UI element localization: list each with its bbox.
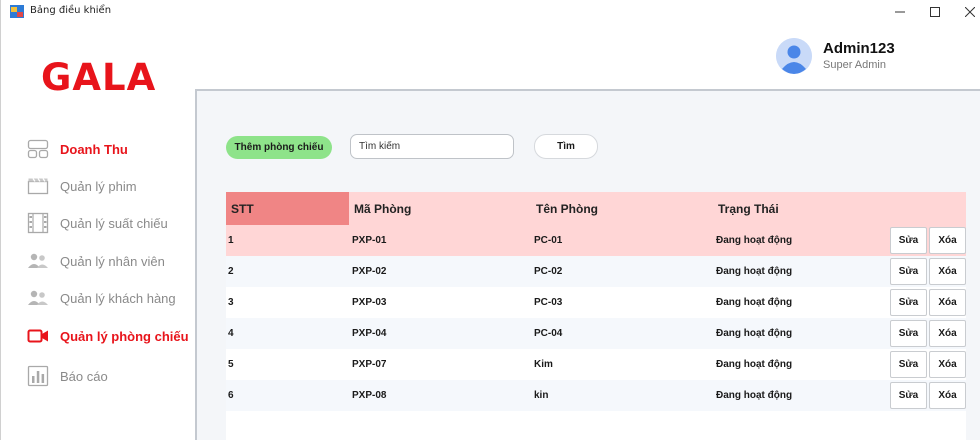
sidebar-item-reports[interactable]: Báo cáo xyxy=(27,363,108,389)
search-button[interactable]: Tìm xyxy=(534,134,598,159)
cell-room-code: PXP-03 xyxy=(352,297,387,308)
cell-room-code: PXP-04 xyxy=(352,328,387,339)
sidebar-item-revenue[interactable]: Doanh Thu xyxy=(27,136,128,162)
user-avatar-icon xyxy=(776,38,812,74)
sidebar-item-label: Quản lý suất chiếu xyxy=(60,215,168,231)
cell-stt: 6 xyxy=(228,390,234,401)
cell-status: Đang hoạt động xyxy=(716,266,793,277)
video-camera-icon xyxy=(27,325,49,347)
app-logo: GALA xyxy=(41,56,157,99)
cell-room-name: PC-03 xyxy=(534,297,563,308)
cell-status: Đang hoạt động xyxy=(716,390,793,401)
close-icon xyxy=(965,7,975,17)
column-header-stt: STT xyxy=(226,192,349,225)
sidebar-item-screening-rooms[interactable]: Quản lý phòng chiếu xyxy=(27,323,189,349)
sidebar-item-label: Quản lý nhân viên xyxy=(60,253,165,269)
user-role: Super Admin xyxy=(823,59,886,71)
cell-room-name: PC-04 xyxy=(534,328,563,339)
revenue-dashboard-icon xyxy=(27,138,49,160)
search-input[interactable] xyxy=(350,134,514,159)
add-screening-room-button[interactable]: Thêm phòng chiếu xyxy=(226,136,332,159)
edit-button[interactable]: Sửa xyxy=(890,351,927,378)
delete-button[interactable]: Xóa xyxy=(929,382,966,409)
sidebar-item-staff[interactable]: Quản lý nhân viên xyxy=(27,248,165,274)
clapperboard-icon xyxy=(27,175,49,197)
window-title: Bảng điều khiển xyxy=(30,5,112,16)
main-content: Thêm phòng chiếu Tìm STT Mã Phòng Tên Ph… xyxy=(195,89,980,442)
maximize-button[interactable] xyxy=(916,0,954,24)
cell-room-name: PC-01 xyxy=(534,235,563,246)
cell-room-code: PXP-08 xyxy=(352,390,387,401)
delete-button[interactable]: Xóa xyxy=(929,351,966,378)
edit-button[interactable]: Sửa xyxy=(890,320,927,347)
sidebar-item-label: Doanh Thu xyxy=(60,141,128,157)
delete-button[interactable]: Xóa xyxy=(929,320,966,347)
sidebar-item-customers[interactable]: Quản lý khách hàng xyxy=(27,285,176,311)
minimize-button[interactable] xyxy=(881,0,919,24)
cell-stt: 2 xyxy=(228,266,234,277)
cell-stt: 5 xyxy=(228,359,234,370)
cell-stt: 3 xyxy=(228,297,234,308)
sidebar-item-label: Báo cáo xyxy=(60,368,108,384)
minimize-icon xyxy=(895,11,905,13)
table-row[interactable]: 4 PXP-04 PC-04 Đang hoạt động Sửa Xóa xyxy=(226,318,966,349)
cell-room-code: PXP-01 xyxy=(352,235,387,246)
app-window: Bảng điều khiển GALA Doanh Thu Quản lý p… xyxy=(0,0,980,442)
column-header-status: Trạng Thái xyxy=(718,201,779,216)
table-row[interactable]: 2 PXP-02 PC-02 Đang hoạt động Sửa Xóa xyxy=(226,256,966,287)
cell-stt: 1 xyxy=(228,235,234,246)
sidebar-item-label: Quản lý khách hàng xyxy=(60,290,176,306)
customers-icon xyxy=(27,287,49,309)
screening-rooms-table: STT Mã Phòng Tên Phòng Trạng Thái 1 PXP-… xyxy=(226,192,966,442)
app-icon xyxy=(10,5,24,18)
table-row[interactable]: 1 PXP-01 PC-01 Đang hoạt động Sửa Xóa xyxy=(226,225,966,256)
sidebar-item-showtimes[interactable]: Quản lý suất chiếu xyxy=(27,210,168,236)
title-bar: Bảng điều khiển xyxy=(1,0,980,24)
sidebar: GALA Doanh Thu Quản lý phim Quản lý suất… xyxy=(1,24,195,440)
table-row[interactable]: 3 PXP-03 PC-03 Đang hoạt động Sửa Xóa xyxy=(226,287,966,318)
users-icon xyxy=(27,250,49,272)
table-row[interactable]: 6 PXP-08 kin Đang hoạt động Sửa Xóa xyxy=(226,380,966,411)
user-name: Admin123 xyxy=(823,40,895,57)
delete-button[interactable]: Xóa xyxy=(929,289,966,316)
film-strip-icon xyxy=(27,212,49,234)
bar-chart-icon xyxy=(27,365,49,387)
cell-room-code: PXP-02 xyxy=(352,266,387,277)
cell-room-code: PXP-07 xyxy=(352,359,387,370)
cell-status: Đang hoạt động xyxy=(716,297,793,308)
edit-button[interactable]: Sửa xyxy=(890,289,927,316)
avatar xyxy=(776,38,812,74)
maximize-icon xyxy=(930,7,940,17)
column-header-room-name: Tên Phòng xyxy=(536,201,598,216)
sidebar-item-label: Quản lý phim xyxy=(60,178,137,194)
column-header-room-code: Mã Phòng xyxy=(354,201,412,216)
edit-button[interactable]: Sửa xyxy=(890,382,927,409)
delete-button[interactable]: Xóa xyxy=(929,258,966,285)
sidebar-item-label: Quản lý phòng chiếu xyxy=(60,328,189,344)
edit-button[interactable]: Sửa xyxy=(890,227,927,254)
close-button[interactable] xyxy=(951,0,980,24)
delete-button[interactable]: Xóa xyxy=(929,227,966,254)
table-header: STT Mã Phòng Tên Phòng Trạng Thái xyxy=(226,192,966,225)
cell-room-name: PC-02 xyxy=(534,266,563,277)
table-row[interactable]: 5 PXP-07 Kim Đang hoạt động Sửa Xóa xyxy=(226,349,966,380)
cell-room-name: Kim xyxy=(534,359,553,370)
edit-button[interactable]: Sửa xyxy=(890,258,927,285)
cell-stt: 4 xyxy=(228,328,234,339)
cell-status: Đang hoạt động xyxy=(716,235,793,246)
cell-status: Đang hoạt động xyxy=(716,328,793,339)
sidebar-item-movies[interactable]: Quản lý phim xyxy=(27,173,137,199)
cell-status: Đang hoạt động xyxy=(716,359,793,370)
cell-room-name: kin xyxy=(534,390,549,401)
